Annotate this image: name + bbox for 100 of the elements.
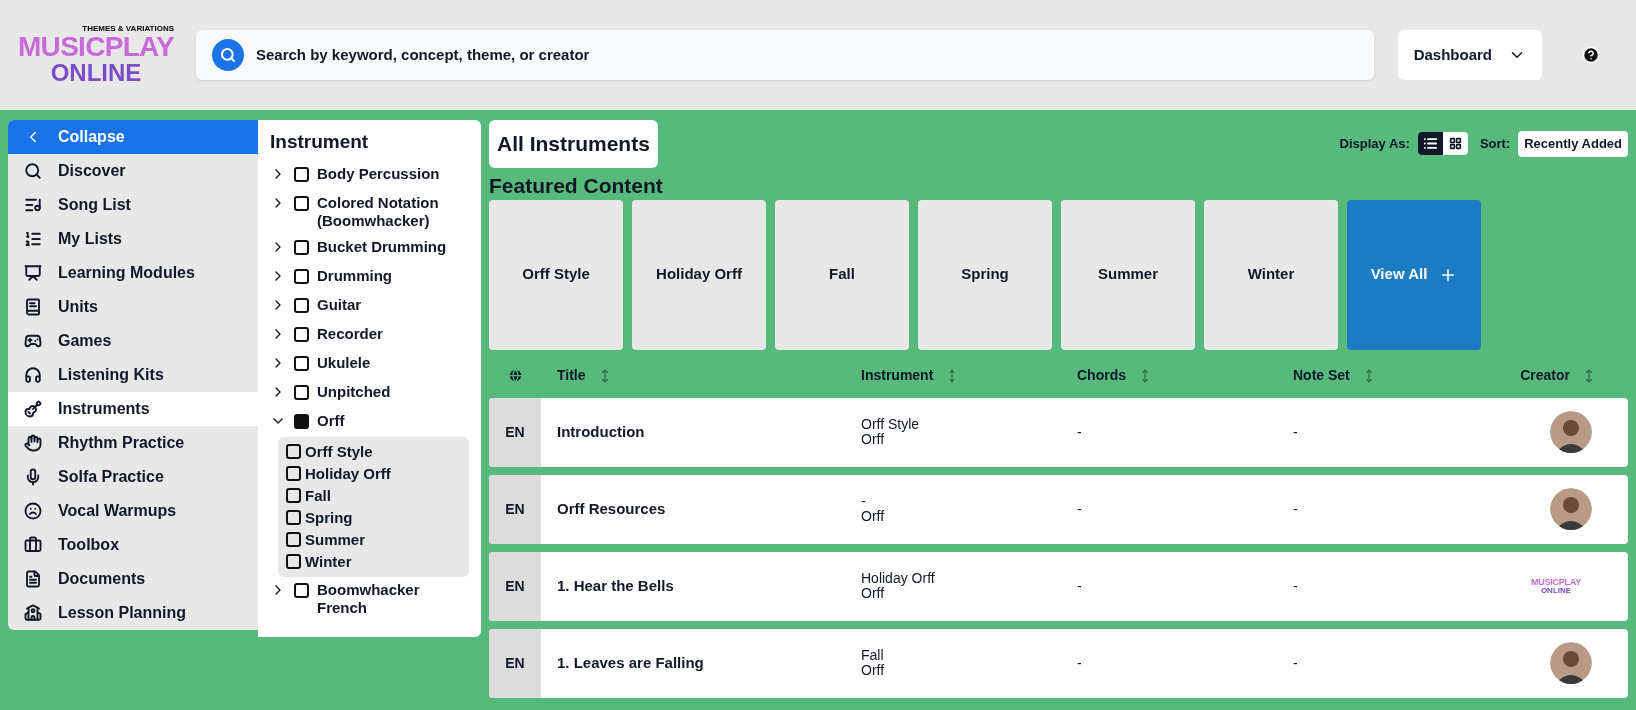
- column-header[interactable]: Instrument: [861, 365, 1077, 386]
- title-cell-text: 1. Leaves are Falling: [556, 652, 705, 673]
- checkbox[interactable]: [294, 239, 309, 255]
- nav-item[interactable]: Games: [8, 324, 258, 358]
- filter-subitem[interactable]: Spring: [286, 506, 461, 529]
- nav-item[interactable]: Solfa Practice: [8, 460, 258, 494]
- nav-icon: [24, 298, 42, 316]
- nav-icon: [24, 570, 42, 588]
- checkbox[interactable]: [286, 466, 301, 481]
- instrument-text: Fall: [861, 648, 885, 663]
- table-row[interactable]: EN Orff Resources - Orff - -: [489, 474, 1628, 544]
- filter-label: Orff: [317, 411, 345, 430]
- language-cell: EN: [489, 397, 541, 467]
- featured-tile[interactable]: Holiday Orff: [632, 199, 766, 350]
- display-label: Display As:: [1339, 135, 1410, 153]
- featured-tile[interactable]: Summer: [1061, 199, 1195, 350]
- checkbox[interactable]: [286, 444, 301, 459]
- checkbox[interactable]: [294, 195, 309, 211]
- nav-item[interactable]: Song List: [8, 188, 258, 222]
- filter-item[interactable]: Guitar: [270, 291, 469, 321]
- checkbox[interactable]: [294, 268, 309, 284]
- nav-item[interactable]: Rhythm Practice: [8, 426, 258, 460]
- nav-item[interactable]: Listening Kits: [8, 358, 258, 392]
- note-set-cell-text: -: [1293, 499, 1299, 519]
- logo[interactable]: THEMES & VARIATIONS MUSICPLAY ONLINE: [16, 25, 176, 85]
- checkbox[interactable]: [294, 413, 309, 429]
- filter-label: Drumming: [317, 266, 392, 285]
- nav-icon: [24, 536, 42, 554]
- logo-tagline: THEMES & VARIATIONS: [82, 25, 174, 33]
- filter-label: Summer: [305, 530, 366, 549]
- checkbox[interactable]: [294, 384, 309, 400]
- filter-label: Fall: [305, 486, 331, 505]
- instrument-text: -: [861, 494, 867, 509]
- checkbox[interactable]: [286, 532, 301, 547]
- filter-item[interactable]: Unpitched: [270, 378, 469, 408]
- checkbox[interactable]: [286, 510, 301, 525]
- nav-item[interactable]: Discover: [8, 154, 258, 188]
- nav-icon: [24, 196, 42, 214]
- column-header[interactable]: Creator: [1509, 365, 1628, 386]
- filter-label: Body Percussion: [317, 164, 440, 183]
- instrument-text: Orff: [861, 586, 885, 601]
- checkbox[interactable]: [294, 582, 309, 598]
- search-input[interactable]: Search by keyword, concept, theme, or creator: [256, 43, 1358, 67]
- filter-item[interactable]: Orff: [270, 407, 469, 437]
- nav-item[interactable]: Instruments: [8, 392, 258, 426]
- sort-dropdown[interactable]: Recently Added: [1518, 131, 1628, 157]
- filter-subitem[interactable]: Winter: [286, 550, 461, 573]
- checkbox[interactable]: [294, 297, 309, 313]
- nav-item[interactable]: Units: [8, 290, 258, 324]
- checkbox[interactable]: [294, 355, 309, 371]
- filter-subitem[interactable]: Fall: [286, 484, 461, 507]
- logo-wordmark: ONLINE: [50, 61, 142, 85]
- logo-wordmark: MUSICPLAY: [18, 33, 174, 61]
- filter-subitem[interactable]: Orff Style: [286, 440, 461, 463]
- logo-wordmark: ONLINE: [1540, 586, 1572, 595]
- checkbox[interactable]: [286, 554, 301, 569]
- featured-tile[interactable]: Orff Style: [489, 199, 623, 350]
- nav-item[interactable]: Learning Modules: [8, 256, 258, 290]
- help-icon[interactable]: [1582, 46, 1600, 64]
- note-set-cell-text: -: [1293, 422, 1299, 442]
- nav-item[interactable]: Vocal Warmups: [8, 494, 258, 528]
- checkbox[interactable]: [294, 326, 309, 342]
- filter-item[interactable]: Bucket Drumming: [270, 233, 469, 263]
- filter-item[interactable]: Recorder: [270, 320, 469, 350]
- column-header[interactable]: Title: [541, 365, 861, 386]
- table-row[interactable]: EN Introduction Orff Style Orff - -: [489, 397, 1628, 467]
- filter-item[interactable]: Ukulele: [270, 349, 469, 379]
- nav-icon: [24, 434, 42, 452]
- note-set-cell-text: -: [1293, 576, 1299, 596]
- filter-label: Guitar: [317, 295, 362, 314]
- featured-tile[interactable]: Winter: [1204, 199, 1338, 350]
- title-cell-text: Introduction: [556, 421, 646, 442]
- nav-icon: [24, 502, 42, 520]
- checkbox[interactable]: [286, 488, 301, 503]
- nav-item[interactable]: Toolbox: [8, 528, 258, 562]
- filter-subitem[interactable]: Summer: [286, 528, 461, 551]
- filter-label: Boomwhacker French: [317, 580, 421, 617]
- featured-tile[interactable]: Spring: [918, 199, 1052, 350]
- column-header[interactable]: Note Set: [1293, 365, 1509, 386]
- filter-item[interactable]: Colored Notation (Boomwhacker): [270, 189, 469, 234]
- chords-cell-text: -: [1077, 422, 1083, 442]
- search-field[interactable]: Search by keyword, concept, theme, or creator: [196, 30, 1374, 80]
- list-view-icon[interactable]: [1417, 132, 1443, 156]
- filter-item[interactable]: Boomwhacker French: [270, 576, 469, 621]
- nav-icon: [24, 366, 42, 384]
- column-header[interactable]: Chords: [1077, 365, 1293, 386]
- nav-item[interactable]: My Lists: [8, 222, 258, 256]
- nav-item[interactable]: Lesson Planning: [8, 596, 258, 630]
- dashboard-dropdown[interactable]: Dashboard: [1397, 30, 1542, 80]
- table-row[interactable]: EN 1. Hear the Bells Holiday Orff Orff - - MUSICPLAY ONLINE: [489, 551, 1628, 621]
- section-title: Featured Content: [489, 173, 664, 198]
- nav-item[interactable]: Documents: [8, 562, 258, 596]
- view-all-button[interactable]: View All: [1347, 199, 1481, 350]
- collapse-button[interactable]: Collapse: [8, 120, 258, 154]
- filter-item[interactable]: Drumming: [270, 262, 469, 292]
- filter-subitem[interactable]: Holiday Orff: [286, 462, 461, 485]
- table-row[interactable]: EN 1. Leaves are Falling Fall Orff - -: [489, 628, 1628, 698]
- checkbox[interactable]: [294, 166, 309, 182]
- featured-tile[interactable]: Fall: [775, 199, 909, 350]
- filter-item[interactable]: Body Percussion: [270, 160, 469, 190]
